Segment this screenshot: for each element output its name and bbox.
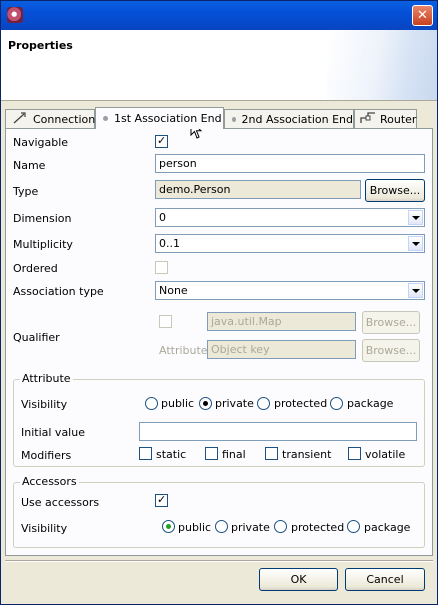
radio-label: protected <box>274 397 328 410</box>
attribute-visibility-public-radio[interactable] <box>145 397 158 410</box>
dimension-dropdown[interactable]: 0 <box>155 208 425 227</box>
footer-divider <box>5 560 433 562</box>
ordered-label: Ordered <box>13 262 58 275</box>
router-icon <box>360 111 376 127</box>
tab-label: 1st Association End <box>114 112 222 125</box>
accessors-group: Accessors <box>13 475 425 548</box>
qualifier-attribute-browse-button[interactable]: Browse... <box>362 339 420 362</box>
header-banner-image <box>327 30 437 100</box>
close-icon: ✕ <box>417 8 428 23</box>
radio-label: private <box>231 521 270 534</box>
title-bar[interactable]: ✕ <box>1 1 437 30</box>
app-icon <box>7 7 23 23</box>
radio-label: private <box>215 397 254 410</box>
chevron-down-icon[interactable] <box>408 283 423 298</box>
check-icon: ✓ <box>157 493 167 506</box>
transient-checkbox[interactable] <box>265 447 278 460</box>
tab-label: Router <box>380 112 417 126</box>
accessors-visibility-label: Visibility <box>21 522 68 535</box>
use-accessors-label: Use accessors <box>21 496 100 509</box>
accessors-visibility-protected-radio[interactable] <box>274 520 287 533</box>
name-label: Name <box>13 159 46 172</box>
checkbox-label: final <box>222 448 246 461</box>
volatile-checkbox[interactable] <box>348 447 361 460</box>
ok-button[interactable]: OK <box>259 568 338 591</box>
tab-label: 2nd Association End <box>241 112 353 126</box>
close-button[interactable]: ✕ <box>412 5 433 26</box>
check-icon: ✓ <box>157 134 167 147</box>
name-field[interactable]: person <box>155 154 425 173</box>
qualifier-type-field[interactable]: java.util.Map <box>207 312 356 331</box>
chevron-down-icon[interactable] <box>408 236 423 251</box>
checkbox-label: transient <box>282 448 332 461</box>
type-browse-button[interactable]: Browse... <box>365 179 425 202</box>
attribute-visibility-label: Visibility <box>21 398 68 411</box>
dimension-value: 0 <box>159 211 166 224</box>
tab-1st-association-end[interactable]: 1st Association End <box>95 107 224 129</box>
association-type-label: Association type <box>13 285 104 298</box>
radio-label: package <box>347 397 394 410</box>
association-type-value: None <box>159 284 188 297</box>
dot-icon <box>103 116 108 121</box>
accessors-visibility-package-radio[interactable] <box>347 520 360 533</box>
page-title: Properties <box>8 39 73 52</box>
tab-2nd-association-end[interactable]: 2nd Association End <box>224 109 354 128</box>
accessors-group-title: Accessors <box>20 475 79 488</box>
attribute-visibility-package-radio[interactable] <box>330 397 343 410</box>
ordered-checkbox[interactable] <box>155 261 168 274</box>
association-type-dropdown[interactable]: None <box>155 281 425 300</box>
multiplicity-label: Multiplicity <box>13 238 73 251</box>
navigable-checkbox[interactable]: ✓ <box>155 134 168 148</box>
radio-label: package <box>364 521 411 534</box>
radio-label: public <box>161 397 195 410</box>
initial-value-label: Initial value <box>21 426 85 439</box>
attribute-visibility-private-radio[interactable] <box>199 397 212 410</box>
final-checkbox[interactable] <box>205 447 218 460</box>
connection-icon <box>13 111 27 127</box>
multiplicity-dropdown[interactable]: 0..1 <box>155 234 425 253</box>
accessors-visibility-public-radio[interactable] <box>162 520 175 533</box>
accessors-visibility-private-radio[interactable] <box>215 520 228 533</box>
use-accessors-checkbox[interactable]: ✓ <box>155 493 168 507</box>
dialog-header: Properties <box>1 30 437 101</box>
dot-icon <box>232 116 236 122</box>
radio-label: public <box>178 521 212 534</box>
dimension-label: Dimension <box>13 212 72 225</box>
modifiers-label: Modifiers <box>21 449 72 462</box>
navigable-label: Navigable <box>13 136 69 149</box>
qualifier-browse-button[interactable]: Browse... <box>362 311 420 334</box>
chevron-down-icon[interactable] <box>408 210 423 225</box>
qualifier-attribute-label: Attribute <box>159 344 208 357</box>
qualifier-checkbox[interactable] <box>159 315 172 328</box>
dialog-footer: OK Cancel <box>1 558 437 604</box>
static-checkbox[interactable] <box>139 447 152 460</box>
qualifier-attribute-field[interactable]: Object key <box>207 340 356 359</box>
tab-connection[interactable]: Connection <box>5 109 95 128</box>
properties-dialog: ✕ Properties Connection 1st Association … <box>0 0 438 605</box>
checkbox-label: volatile <box>365 448 406 461</box>
attribute-group-title: Attribute <box>20 372 73 385</box>
tab-router[interactable]: Router <box>354 109 417 128</box>
initial-value-field[interactable] <box>139 422 417 441</box>
radio-label: protected <box>291 521 345 534</box>
multiplicity-value: 0..1 <box>159 237 180 250</box>
checkbox-label: static <box>156 448 187 461</box>
attribute-visibility-protected-radio[interactable] <box>257 397 270 410</box>
cancel-button[interactable]: Cancel <box>345 568 425 591</box>
type-field[interactable]: demo.Person <box>155 180 361 199</box>
qualifier-label: Qualifier <box>13 331 60 344</box>
type-label: Type <box>13 185 39 198</box>
tab-label: Connection <box>33 112 96 126</box>
